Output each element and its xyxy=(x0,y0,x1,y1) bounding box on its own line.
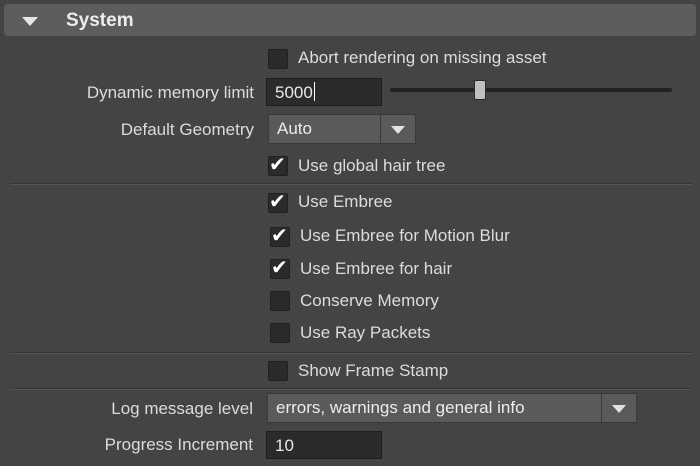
conserve-memory-checkbox[interactable] xyxy=(270,291,290,311)
checkmark-icon: ✔ xyxy=(269,154,286,176)
log-message-level-dropdown[interactable]: errors, warnings and general info xyxy=(267,393,637,423)
embree-hair-label: Use Embree for hair xyxy=(300,259,453,278)
default-geometry-dropdown-button[interactable] xyxy=(380,115,415,143)
divider xyxy=(10,352,692,354)
dynamic-memory-limit-field[interactable]: 5000 xyxy=(266,78,382,106)
frame-stamp-label: Show Frame Stamp xyxy=(298,361,449,380)
system-section-header[interactable]: System xyxy=(4,4,696,36)
section-title: System xyxy=(66,10,134,31)
abort-missing-asset-checkbox[interactable] xyxy=(268,49,288,69)
dynamic-memory-limit-value: 5000 xyxy=(275,83,313,102)
progress-increment-value: 10 xyxy=(275,436,294,455)
default-geometry-value: Auto xyxy=(277,119,312,138)
embree-motion-blur-checkbox[interactable]: ✔ xyxy=(270,225,290,247)
divider xyxy=(10,183,692,185)
default-geometry-dropdown[interactable]: Auto xyxy=(268,114,416,144)
divider xyxy=(10,388,692,390)
chevron-down-icon xyxy=(612,405,626,413)
checkmark-icon: ✔ xyxy=(271,225,288,247)
chevron-down-icon xyxy=(391,126,405,134)
use-embree-label: Use Embree xyxy=(298,192,393,211)
system-settings-panel: System Abort rendering on missing asset … xyxy=(0,0,700,466)
log-message-level-dropdown-button[interactable] xyxy=(601,394,636,422)
triangle-down-icon[interactable] xyxy=(22,17,38,26)
checkmark-icon: ✔ xyxy=(269,191,286,213)
global-hair-tree-checkbox[interactable]: ✔ xyxy=(268,154,288,176)
ray-packets-checkbox[interactable] xyxy=(270,323,290,343)
text-caret xyxy=(313,82,315,101)
embree-hair-checkbox[interactable]: ✔ xyxy=(270,257,290,279)
default-geometry-label: Default Geometry xyxy=(120,120,254,139)
checkmark-icon: ✔ xyxy=(271,257,288,279)
frame-stamp-checkbox[interactable] xyxy=(268,361,288,381)
embree-motion-blur-label: Use Embree for Motion Blur xyxy=(300,226,510,245)
conserve-memory-label: Conserve Memory xyxy=(300,291,439,310)
global-hair-tree-label: Use global hair tree xyxy=(298,156,446,175)
log-message-level-label: Log message level xyxy=(111,399,253,418)
abort-missing-asset-label: Abort rendering on missing asset xyxy=(298,48,547,67)
dynamic-memory-slider-handle[interactable] xyxy=(474,80,486,100)
ray-packets-label: Use Ray Packets xyxy=(300,323,431,342)
log-message-level-value: errors, warnings and general info xyxy=(276,398,525,417)
progress-increment-field[interactable]: 10 xyxy=(266,431,382,459)
dynamic-memory-slider-track[interactable] xyxy=(390,88,672,92)
progress-increment-label: Progress Increment xyxy=(104,435,253,454)
use-embree-checkbox[interactable]: ✔ xyxy=(268,191,288,213)
dynamic-memory-limit-label: Dynamic memory limit xyxy=(86,83,254,102)
